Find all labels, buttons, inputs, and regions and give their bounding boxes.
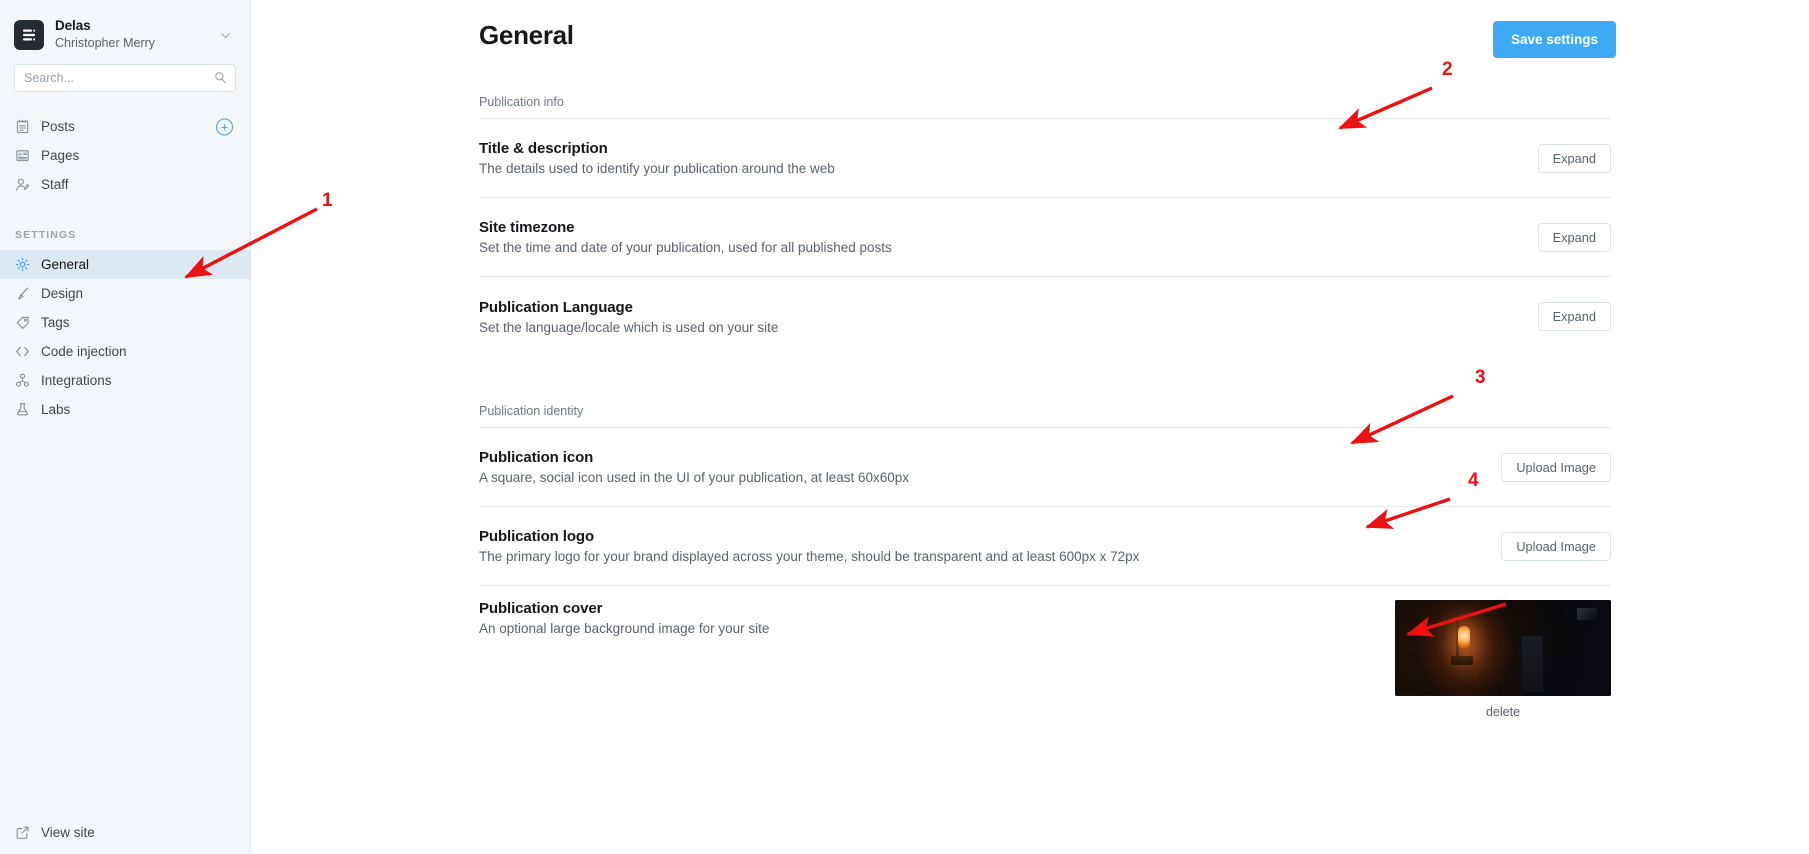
flask-icon	[15, 402, 32, 417]
publication-switcher[interactable]: Delas Christopher Merry	[0, 0, 250, 56]
publication-user: Christopher Merry	[55, 36, 156, 51]
publication-name: Delas	[55, 18, 91, 34]
app-root: Delas Christopher Merry Search... Posts …	[0, 0, 1809, 854]
sidebar-item-label: Integrations	[41, 373, 112, 388]
view-site-link[interactable]: View site	[15, 825, 235, 840]
chevron-down-icon[interactable]	[219, 29, 236, 42]
expand-button-title-description[interactable]: Expand	[1537, 143, 1611, 173]
setting-title: Publication icon	[479, 449, 594, 466]
publication-cover-image[interactable]	[1395, 600, 1611, 696]
sidebar-item-tags[interactable]: Tags	[0, 308, 250, 337]
setting-description: The details used to identify your public…	[479, 161, 835, 176]
paintbrush-icon	[15, 286, 32, 301]
gear-icon	[15, 257, 32, 272]
sidebar-item-staff[interactable]: Staff	[0, 170, 250, 199]
staff-icon	[15, 177, 32, 192]
sidebar-item-label: Pages	[41, 148, 80, 163]
cover-door-shape	[1522, 636, 1543, 692]
setting-text: Site timezone Set the time and date of y…	[479, 219, 892, 255]
cover-glint-shape	[1577, 608, 1597, 620]
sidebar-item-label: Code injection	[41, 344, 127, 359]
setting-row-publication-logo: Publication logo The primary logo for yo…	[479, 507, 1611, 586]
posts-icon	[15, 119, 32, 134]
sidebar-footer: View site	[0, 825, 250, 854]
setting-description: Set the language/locale which is used on…	[479, 319, 779, 335]
plus-circle-icon[interactable]: +	[216, 118, 233, 135]
sidebar-item-posts[interactable]: Posts +	[0, 112, 250, 141]
setting-text: Publication icon A square, social icon u…	[479, 449, 909, 485]
sidebar-nav: Posts + Pages Staff SETTINGS General Des…	[0, 112, 250, 424]
annotation-number-2: 2	[1442, 59, 1453, 80]
cover-lamp-bulb	[1458, 626, 1470, 649]
search-input[interactable]	[15, 65, 235, 91]
sidebar-item-labs[interactable]: Labs	[0, 395, 250, 424]
section-label: Publication info	[479, 95, 1611, 119]
setting-title: Title & description	[479, 140, 608, 157]
expand-button-site-timezone[interactable]: Expand	[1537, 222, 1611, 252]
setting-text: Publication logo The primary logo for yo…	[479, 528, 1139, 564]
upload-image-button-publication-logo[interactable]: Upload Image	[1501, 531, 1611, 561]
main-content: General Save settings Publication info T…	[251, 0, 1809, 854]
setting-description: Set the time and date of your publicatio…	[479, 240, 892, 255]
sidebar-item-integrations[interactable]: Integrations	[0, 366, 250, 395]
pages-icon	[15, 148, 32, 163]
setting-title: Publication cover	[479, 600, 603, 617]
sidebar-item-design[interactable]: Design	[0, 279, 250, 308]
setting-row-publication-icon: Publication icon A square, social icon u…	[479, 428, 1611, 507]
setting-title: Publication logo	[479, 528, 595, 545]
settings-content: Publication info Title & description The…	[479, 95, 1611, 767]
save-settings-button[interactable]: Save settings	[1493, 21, 1617, 58]
annotation-number-4: 4	[1468, 470, 1479, 491]
sidebar-item-pages[interactable]: Pages	[0, 141, 250, 170]
cover-brick-texture	[1395, 600, 1523, 696]
sidebar-item-label: Staff	[41, 177, 69, 192]
annotation-number-1: 1	[322, 190, 333, 211]
setting-text: Publication Language Set the language/lo…	[479, 299, 778, 335]
code-brackets-icon	[15, 344, 32, 359]
sidebar: Delas Christopher Merry Search... Posts …	[0, 0, 251, 854]
setting-description: A square, social icon used in the UI of …	[479, 470, 910, 485]
sidebar-item-label: Design	[41, 286, 84, 301]
cover-lamp-bracket	[1451, 656, 1473, 665]
sidebar-item-label: General	[41, 257, 90, 272]
setting-text: Title & description The details used to …	[479, 140, 835, 176]
tag-icon	[15, 315, 32, 330]
setting-description: The primary logo for your brand displaye…	[479, 549, 1140, 564]
setting-title: Publication Language	[479, 298, 633, 316]
integrations-icon	[15, 373, 32, 388]
external-link-icon	[15, 825, 32, 840]
sidebar-item-general[interactable]: General	[0, 250, 250, 279]
setting-row-site-timezone: Site timezone Set the time and date of y…	[479, 198, 1611, 277]
publication-meta: Delas Christopher Merry	[55, 18, 219, 52]
section-label: Publication identity	[479, 404, 1611, 428]
section-publication-info: Publication info Title & description The…	[479, 95, 1611, 356]
annotation-number-3: 3	[1475, 367, 1486, 388]
sidebar-item-label: Posts	[41, 119, 75, 134]
expand-button-publication-language[interactable]: Expand	[1537, 302, 1611, 331]
setting-text: Publication cover An optional large back…	[479, 600, 769, 636]
section-publication-identity: Publication identity Publication icon A …	[479, 404, 1611, 719]
page-title: General	[479, 20, 574, 50]
sidebar-section-settings-label: SETTINGS	[15, 229, 77, 241]
setting-title: Site timezone	[479, 219, 575, 236]
setting-row-publication-cover: Publication cover An optional large back…	[479, 586, 1611, 719]
upload-image-button-publication-icon[interactable]: Upload Image	[1501, 452, 1611, 482]
setting-row-publication-language: Publication Language Set the language/lo…	[479, 277, 1611, 356]
sidebar-item-code-injection[interactable]: Code injection	[0, 337, 250, 366]
sidebar-item-label: Labs	[41, 402, 71, 417]
setting-description: An optional large background image for y…	[479, 621, 770, 636]
search-wrapper	[0, 56, 250, 92]
sidebar-item-label: Tags	[41, 315, 70, 330]
search-icon	[214, 71, 227, 89]
setting-row-title-description: Title & description The details used to …	[479, 119, 1611, 198]
view-site-label: View site	[41, 825, 95, 840]
delete-cover-link[interactable]: delete	[1395, 705, 1611, 719]
search-box[interactable]	[14, 64, 236, 92]
publication-cover-holder: delete	[1395, 600, 1611, 719]
ghost-logo-icon	[14, 20, 44, 50]
